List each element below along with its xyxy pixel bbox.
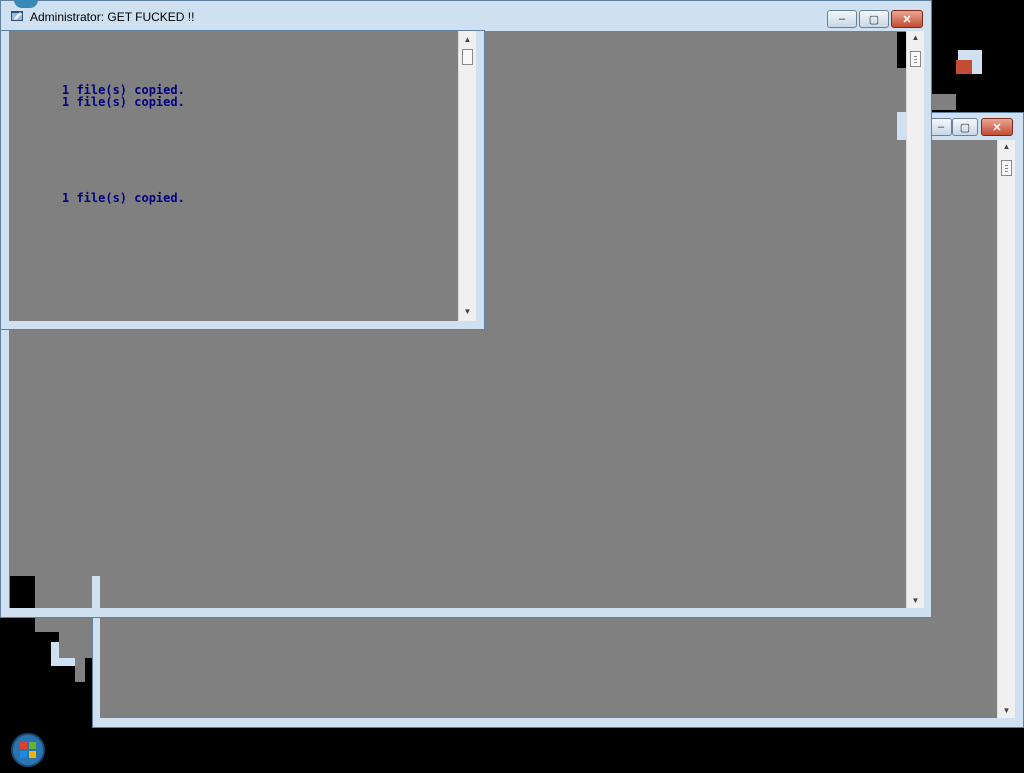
windows-start-icon xyxy=(11,733,45,767)
glitch-bar-1 xyxy=(92,576,100,608)
background-scrollbar[interactable]: ▲ ▼ xyxy=(997,140,1015,718)
background-scroll-down-arrow[interactable]: ▼ xyxy=(998,704,1015,718)
main-window-title: Administrator: GET FUCKED !! xyxy=(30,10,195,24)
cmd-window-icon xyxy=(10,9,24,23)
inner-scroll-up-arrow[interactable]: ▲ xyxy=(459,33,476,47)
background-close-button[interactable]: ✕ xyxy=(981,118,1013,136)
output-line-3: 1 file(s) copied. xyxy=(62,191,185,205)
output-line-2: 1 file(s) copied. xyxy=(62,95,185,109)
main-scroll-thumb[interactable] xyxy=(910,51,921,67)
minimize-button[interactable]: – xyxy=(827,10,857,28)
glitch-fragment-close xyxy=(956,60,972,74)
start-button[interactable] xyxy=(9,732,47,768)
glitch-gray-3 xyxy=(75,658,85,682)
background-minimize-button[interactable]: – xyxy=(930,118,952,136)
maximize-button[interactable]: ▢ xyxy=(859,10,889,28)
main-window-controls: – ▢ ✕ xyxy=(827,10,927,30)
inner-scrollbar[interactable]: ▲ ▼ xyxy=(458,31,476,321)
main-scroll-down-arrow[interactable]: ▼ xyxy=(907,594,924,608)
glitch-black-strip xyxy=(897,32,906,68)
background-window-controls: – ▢ ✕ xyxy=(930,118,1020,138)
main-scrollbar[interactable]: ▲ ▼ xyxy=(906,31,924,608)
background-scroll-up-arrow[interactable]: ▲ xyxy=(998,140,1015,154)
inner-scroll-thumb[interactable] xyxy=(462,49,473,65)
glitch-fragment-gray xyxy=(932,94,956,110)
inner-scroll-down-arrow[interactable]: ▼ xyxy=(459,305,476,319)
glitch-frame-strip xyxy=(897,112,906,140)
background-maximize-button[interactable]: ▢ xyxy=(952,118,978,136)
glitch-frame-l2 xyxy=(51,658,75,666)
main-scroll-up-arrow[interactable]: ▲ xyxy=(907,31,924,45)
close-button[interactable]: ✕ xyxy=(891,10,923,28)
background-scroll-thumb[interactable] xyxy=(1001,160,1012,176)
inner-console-area[interactable]: 1 file(s) copied. 1 file(s) copied. 1 fi… xyxy=(9,31,459,321)
glitch-gray-2 xyxy=(59,632,92,658)
glitch-gray-1 xyxy=(35,618,92,632)
glitch-block-1 xyxy=(10,576,35,608)
